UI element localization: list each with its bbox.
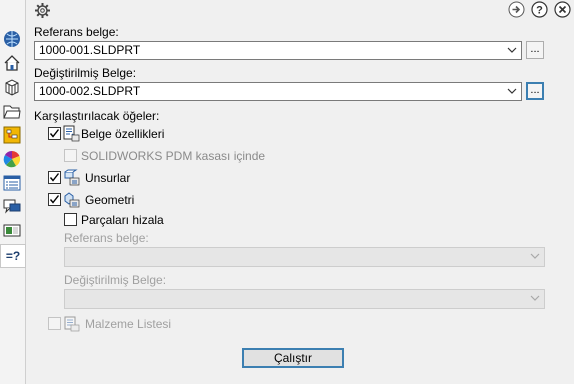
- bom-icon: [63, 315, 80, 332]
- chevron-down-icon: [507, 47, 517, 53]
- check-icon: [49, 129, 60, 138]
- bom-label: Malzeme Listesi: [85, 317, 172, 331]
- compare-items-label: Karşılaştırılacak öğeler:: [34, 109, 160, 123]
- geometry-label: Geometri: [85, 193, 135, 207]
- modified-label: Değiştirilmiş Belge:: [34, 66, 137, 80]
- features-icon: [63, 169, 80, 186]
- modified-value: 1000-002.SLDPRT: [39, 84, 141, 98]
- run-button[interactable]: Çalıştır: [242, 348, 344, 368]
- monitor-icon[interactable]: [1, 220, 23, 242]
- reference-dropdown[interactable]: 1000-001.SLDPRT: [34, 41, 522, 60]
- color-wheel-icon[interactable]: [1, 148, 23, 170]
- list-icon[interactable]: [1, 172, 23, 194]
- features-checkbox[interactable]: [48, 171, 61, 184]
- ref-config-dropdown[interactable]: [64, 247, 545, 267]
- chevron-down-icon: [507, 88, 517, 94]
- chevron-down-icon: [530, 253, 540, 259]
- bom-checkbox[interactable]: [48, 317, 61, 330]
- chat-icon[interactable]: [1, 196, 23, 218]
- chevron-down-icon: [530, 295, 540, 301]
- align-parts-checkbox[interactable]: [64, 213, 77, 226]
- reference-value: 1000-001.SLDPRT: [39, 43, 141, 57]
- modified-dropdown[interactable]: 1000-002.SLDPRT: [34, 82, 522, 101]
- modified-browse-button[interactable]: ...: [526, 82, 544, 100]
- help-icon[interactable]: ?: [531, 1, 548, 18]
- features-label: Unsurlar: [85, 171, 131, 185]
- pdm-vault-checkbox[interactable]: [64, 149, 77, 162]
- globe-icon[interactable]: [1, 28, 23, 50]
- doc-properties-label: Belge özellikleri: [81, 127, 165, 141]
- side-tab-strip: =?: [0, 0, 26, 384]
- svg-text:?: ?: [536, 5, 543, 17]
- close-icon[interactable]: [554, 1, 571, 18]
- folder-icon[interactable]: [1, 100, 23, 122]
- geometry-icon: [63, 191, 80, 208]
- doc-properties-checkbox[interactable]: [48, 127, 61, 140]
- reference-label: Referans belge:: [34, 25, 119, 39]
- mod-config-dropdown[interactable]: [64, 289, 545, 309]
- ref-config-label: Referans belge:: [64, 231, 149, 245]
- check-icon: [49, 195, 60, 204]
- gear-icon[interactable]: [34, 2, 51, 19]
- arrow-right-icon[interactable]: [508, 1, 525, 18]
- reference-browse-button[interactable]: ...: [526, 41, 544, 59]
- tree-icon[interactable]: [1, 124, 23, 146]
- mod-config-label: Değiştirilmiş Belge:: [64, 273, 167, 287]
- check-icon: [49, 173, 60, 182]
- geometry-checkbox[interactable]: [48, 193, 61, 206]
- align-parts-label: Parçaları hizala: [81, 213, 164, 227]
- pdm-vault-label: SOLIDWORKS PDM kasası içinde: [81, 149, 266, 163]
- house-icon[interactable]: [1, 52, 23, 74]
- compare-panel: ? Referans belge: 1000-001.SLDPRT ... De…: [27, 0, 574, 384]
- box-icon[interactable]: [1, 76, 23, 98]
- compare-tab-label: =?: [5, 249, 21, 263]
- compare-icon[interactable]: =?: [0, 244, 26, 268]
- document-properties-icon: [63, 125, 80, 142]
